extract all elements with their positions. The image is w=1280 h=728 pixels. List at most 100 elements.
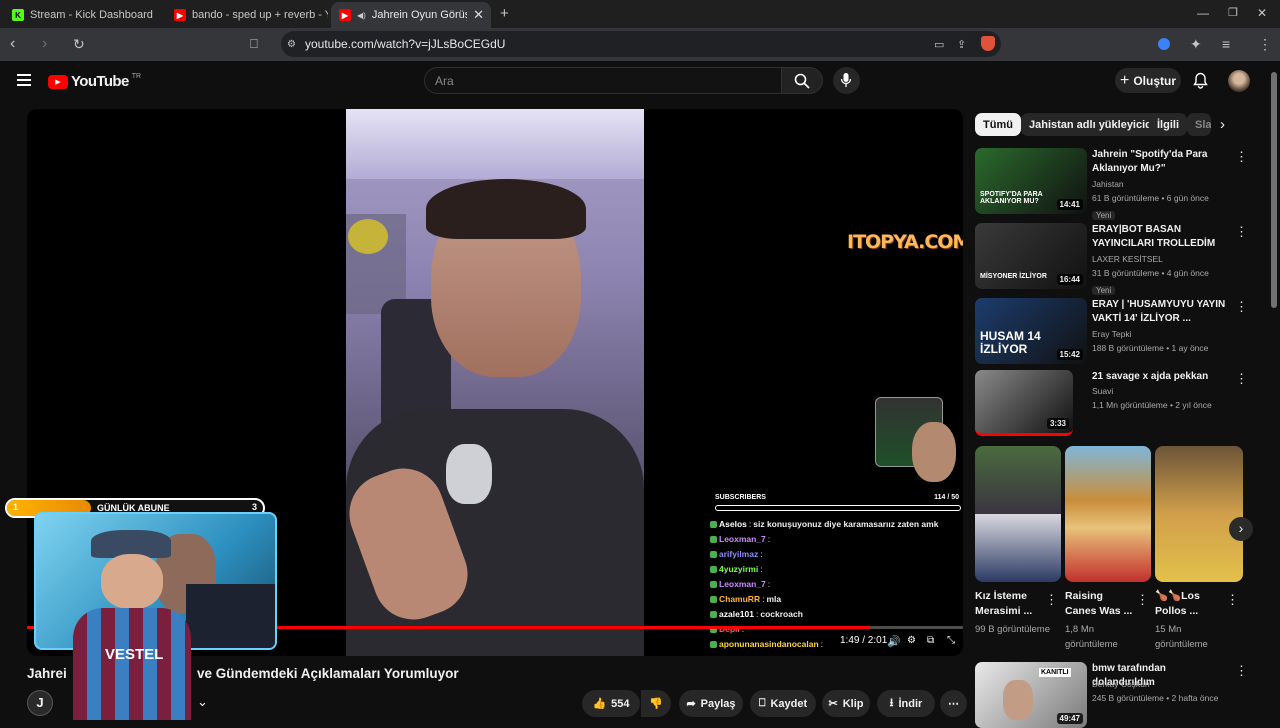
recommendation-title: ERAY|BOT BASAN YAYINCILARI TROLLEDİM İZL…: [1092, 224, 1216, 249]
more-options-icon[interactable]: ⋮: [1235, 372, 1248, 385]
duration-badge: 3:33: [1046, 418, 1069, 429]
youtube-icon: ▶: [339, 9, 351, 21]
chip-related[interactable]: İlgili: [1149, 113, 1187, 136]
save-button[interactable]: ⎕ Kaydet: [750, 690, 816, 717]
more-actions-button[interactable]: ⋯: [940, 690, 967, 717]
new-badge: Yeni: [1092, 211, 1116, 220]
chat-username: Depii: [719, 624, 740, 634]
time-display: 1:49 / 2:01: [840, 635, 888, 646]
recommendation-item[interactable]: KANITLI 49:47 bmw tarafından dolandırıld…: [975, 662, 1248, 728]
chat-username: azale101: [719, 609, 754, 619]
restore-button[interactable]: ❐: [1228, 6, 1238, 20]
video-title-end: ve Gündemdeki Açıklamaları Yorumluyor: [197, 666, 459, 681]
chat-message: Leoxman_7:: [710, 532, 960, 547]
voice-search-button[interactable]: [833, 67, 860, 94]
reload-icon[interactable]: ↻: [73, 37, 85, 51]
short-thumbnail[interactable]: [1065, 446, 1151, 582]
settings-icon[interactable]: ⚙: [907, 635, 916, 646]
recommendation-item[interactable]: SPOTIFY'DA PARA AKLANIYOR MU? 14:41 Jahrei…: [975, 148, 1248, 220]
search-input[interactable]: Ara: [424, 67, 782, 94]
channel-name[interactable]: Berkay Coşkun: [1092, 677, 1218, 691]
volume-icon[interactable]: 🔊: [887, 635, 901, 648]
close-tab-icon[interactable]: ✕: [473, 7, 484, 23]
download-button[interactable]: ⭳ İndir: [877, 690, 935, 717]
miniplayer-icon[interactable]: ⧉: [927, 635, 934, 646]
site-info-icon[interactable]: ⚙: [287, 38, 296, 52]
share-label: Paylaş: [700, 697, 736, 710]
short-title[interactable]: 🍗🍗Los Pollos ...: [1155, 589, 1227, 619]
chat-text: mla: [766, 594, 782, 604]
chip-all[interactable]: Tümü: [975, 113, 1021, 136]
more-options-icon[interactable]: ⋮: [1045, 592, 1058, 608]
browser-tab-youtube-jahrein[interactable]: ▶ ◀) Jahrein Oyun Görüşmelerin ✕: [331, 2, 491, 28]
share-button[interactable]: ➦ Paylaş: [679, 690, 743, 717]
short-thumbnail[interactable]: [975, 446, 1061, 582]
recommendation-item[interactable]: MİSYONER İZLİYOR 16:44 ERAY|BOT BASAN YAYI…: [975, 223, 1248, 295]
chat-username: aponunanasindanocalan: [719, 639, 819, 649]
notifications-bell-icon[interactable]: [1193, 72, 1208, 89]
channel-name[interactable]: Suavi: [1092, 384, 1212, 398]
create-button[interactable]: + Oluştur: [1115, 68, 1181, 93]
reading-list-icon[interactable]: ≡: [1222, 37, 1230, 51]
share-page-icon[interactable]: ⇪: [957, 38, 966, 52]
like-button[interactable]: 👍 554: [582, 690, 640, 717]
browser-menu-icon[interactable]: ⋮: [1258, 37, 1272, 51]
youtube-wordmark: YouTube: [71, 73, 129, 90]
youtube-icon: ▶: [174, 9, 186, 21]
chips-next-icon[interactable]: ›: [1220, 116, 1225, 133]
channel-name[interactable]: Eray Tepki: [1092, 327, 1208, 341]
channel-avatar[interactable]: J: [27, 690, 53, 716]
more-options-icon[interactable]: ⋮: [1136, 592, 1149, 608]
short-title[interactable]: Raising Canes Was ...: [1065, 589, 1137, 619]
chat-separator: :: [755, 609, 759, 619]
recommendation-thumbnail: KANITLI 49:47: [975, 662, 1087, 728]
short-thumbnail[interactable]: [1155, 446, 1243, 582]
extension-icon[interactable]: [1158, 38, 1170, 50]
share-icon: ➦: [686, 698, 696, 710]
chat-badge-icon: [710, 611, 717, 618]
chevron-down-icon[interactable]: ⌄: [197, 694, 208, 710]
extensions-puzzle-icon[interactable]: ✦: [1190, 37, 1202, 51]
page-scrollbar[interactable]: [1271, 72, 1277, 308]
back-icon[interactable]: ‹: [10, 36, 15, 52]
recommendation-title: 21 savage x ajda pekkan: [1092, 371, 1209, 382]
brave-shield-icon[interactable]: [981, 36, 995, 51]
browser-tab-kick[interactable]: K Stream - Kick Dashboard: [4, 2, 164, 28]
more-options-icon[interactable]: ⋮: [1235, 300, 1248, 313]
channel-name[interactable]: Jahistan: [1092, 177, 1209, 191]
recommendation-item[interactable]: HUSAM 14 İZLİYOR 15:42 ERAY | 'HUSAMYUYU Y…: [975, 298, 1248, 368]
shorts-next-button[interactable]: ›: [1229, 517, 1253, 541]
chat-separator: :: [767, 579, 771, 589]
dislike-button[interactable]: 👎: [641, 690, 671, 717]
browser-tab-youtube-bando[interactable]: ▶ bando - sped up + reverb - YouTube: [166, 2, 328, 28]
chat-badge-icon: [710, 581, 717, 588]
channel-name[interactable]: LAXER KESİTSEL: [1092, 252, 1209, 266]
chat-message: ChamuRR: mla: [710, 592, 960, 607]
youtube-logo[interactable]: ▶ YouTube TR: [48, 73, 141, 90]
subscribers-label: SUBSCRIBERS: [715, 494, 766, 501]
chat-message: Leoxman_7:: [710, 577, 960, 592]
account-avatar[interactable]: [1228, 70, 1250, 92]
more-options-icon[interactable]: ⋮: [1235, 664, 1248, 677]
more-options-icon[interactable]: ⋮: [1235, 150, 1248, 163]
chat-separator: :: [767, 534, 771, 544]
chat-message: 4yuzyirmi:: [710, 562, 960, 577]
recommendation-item[interactable]: 3:33 21 savage x ajda pekkan Suavi 1,1 Mn g…: [975, 370, 1248, 440]
short-views: 99 B görüntüleme: [975, 624, 1050, 635]
forward-icon[interactable]: ›: [42, 36, 47, 52]
more-options-icon[interactable]: ⋮: [1235, 225, 1248, 238]
bookmark-icon[interactable]: ⎕: [250, 37, 258, 51]
new-tab-button[interactable]: +: [500, 6, 509, 21]
short-title[interactable]: Kız İsteme Merasimi ...: [975, 589, 1047, 619]
clip-button[interactable]: ✂ Klip: [822, 690, 870, 717]
hamburger-menu-icon[interactable]: [17, 74, 31, 86]
fullscreen-icon[interactable]: ⤡: [947, 635, 955, 646]
minimize-button[interactable]: —: [1197, 6, 1209, 20]
more-options-icon[interactable]: ⋮: [1226, 592, 1239, 608]
video-frame: [338, 109, 644, 656]
cast-icon[interactable]: ▭: [934, 38, 944, 52]
window-close-button[interactable]: ✕: [1257, 6, 1267, 20]
url-text[interactable]: youtube.com/watch?v=jJLsBoCEGdU: [305, 37, 505, 51]
search-button[interactable]: [781, 67, 823, 94]
chip-more[interactable]: Sla: [1187, 113, 1211, 136]
